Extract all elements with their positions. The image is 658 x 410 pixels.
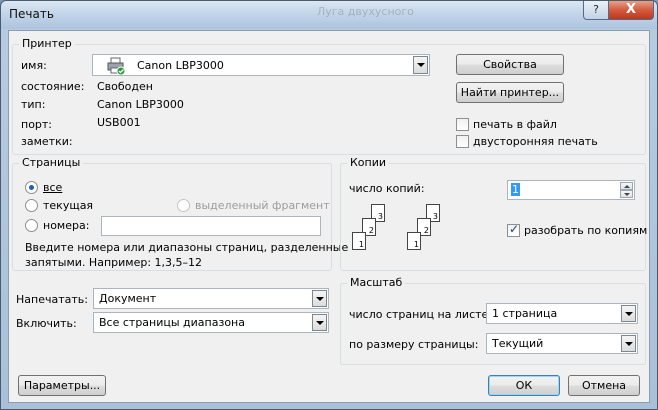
fit-to-value: Текущий xyxy=(492,337,544,350)
print-to-file-checkbox[interactable] xyxy=(456,118,469,131)
pages-selection-label[interactable]: выделенный фрагмент xyxy=(195,199,330,212)
scale-group-title: Масштаб xyxy=(347,276,406,289)
printer-group-title: Принтер xyxy=(19,37,75,50)
help-button[interactable]: ? xyxy=(583,1,609,20)
chevron-down-icon[interactable] xyxy=(413,56,428,74)
printer-name-value: Canon LBP3000 xyxy=(137,59,224,72)
pages-per-sheet-label: число страниц на листе: xyxy=(349,308,492,321)
printer-port-label: порт: xyxy=(21,118,53,131)
title-bar[interactable]: Печать Луга двуxусного ? X xyxy=(1,1,657,29)
printer-port-value: USB001 xyxy=(97,116,141,129)
print-what-label: Напечатать: xyxy=(16,293,88,306)
page-numbers-input[interactable] xyxy=(101,216,321,236)
copies-group-title: Копии xyxy=(347,156,390,169)
fit-to-label: по размеру страницы: xyxy=(349,338,479,351)
options-button[interactable]: Параметры... xyxy=(18,375,106,396)
include-label: Включить: xyxy=(16,317,77,330)
printer-status-label: состояние: xyxy=(21,80,85,93)
pages-numbers-label[interactable]: номера: xyxy=(43,219,89,232)
ok-button[interactable]: ОК xyxy=(488,375,560,396)
background-window-title: Луга двуxусного xyxy=(317,5,414,18)
spinner-down-icon[interactable] xyxy=(620,190,633,198)
include-value: Все страницы диапазона xyxy=(99,316,245,329)
scale-group: Масштаб число страниц на листе: 1 страни… xyxy=(340,276,646,365)
printer-name-label: имя: xyxy=(21,59,47,72)
pages-hint-line2: запятыми. Например: 1,3,5–12 xyxy=(25,256,203,269)
collate-checkbox[interactable] xyxy=(507,222,520,237)
pages-numbers-radio[interactable] xyxy=(25,219,38,232)
duplex-checkbox[interactable] xyxy=(456,135,469,148)
printer-group: Принтер имя: Canon LBP3000 состояние: Св… xyxy=(12,37,646,155)
chevron-down-icon[interactable] xyxy=(621,305,636,322)
print-to-file-label[interactable]: печать в файл xyxy=(473,118,557,131)
pages-current-label[interactable]: текущая xyxy=(43,199,93,212)
print-what-combo[interactable]: Документ xyxy=(93,288,329,309)
printer-icon xyxy=(107,57,125,75)
cancel-button[interactable]: Отмена xyxy=(568,375,640,396)
copies-count-value: 1 xyxy=(511,183,520,196)
pages-selection-radio[interactable] xyxy=(177,199,190,212)
chevron-down-icon[interactable] xyxy=(621,335,636,352)
copies-count-label: число копий: xyxy=(349,182,425,195)
printer-name-combo[interactable]: Canon LBP3000 xyxy=(92,54,430,76)
pages-group: Страницы все текущая выделенный фрагмент… xyxy=(12,156,348,271)
printer-type-value: Canon LBP3000 xyxy=(97,98,184,111)
pages-hint-line1: Введите номера или диапазоны страниц, ра… xyxy=(25,241,349,254)
pages-all-radio[interactable] xyxy=(25,181,38,194)
printer-notes-label: заметки: xyxy=(21,135,73,148)
chevron-down-icon[interactable] xyxy=(312,290,327,307)
fit-to-combo[interactable]: Текущий xyxy=(486,333,638,354)
close-button[interactable]: X xyxy=(608,1,654,20)
printer-type-label: тип: xyxy=(21,98,46,111)
include-combo[interactable]: Все страницы диапазона xyxy=(93,312,329,333)
copies-count-spinner[interactable]: 1 xyxy=(507,180,635,200)
pages-all-label[interactable]: все xyxy=(43,181,62,194)
pages-per-sheet-combo[interactable]: 1 страница xyxy=(486,303,638,324)
pages-per-sheet-value: 1 страница xyxy=(492,307,558,320)
properties-button[interactable]: Свойства xyxy=(456,54,564,75)
copies-group: Копии число копий: 1 3 2 1 3 2 1 разобра… xyxy=(340,156,647,271)
pages-group-title: Страницы xyxy=(19,156,84,169)
find-printer-button[interactable]: Найти принтер... xyxy=(456,82,564,103)
collate-page-1b: 1 xyxy=(407,232,421,250)
pages-current-radio[interactable] xyxy=(25,199,38,212)
collate-page-1a: 1 xyxy=(352,232,366,250)
spinner-up-icon[interactable] xyxy=(620,182,633,190)
duplex-label[interactable]: двусторонняя печать xyxy=(473,135,598,148)
window-title: Печать xyxy=(9,7,54,21)
chevron-down-icon[interactable] xyxy=(312,314,327,331)
collate-label[interactable]: разобрать по копиям xyxy=(524,224,647,237)
print-what-value: Документ xyxy=(99,292,157,305)
print-dialog-window: Печать Луга двуxусного ? X Принтер имя: … xyxy=(0,0,658,410)
dialog-client-area: Принтер имя: Canon LBP3000 состояние: Св… xyxy=(8,30,650,403)
printer-status-value: Свободен xyxy=(97,80,153,93)
